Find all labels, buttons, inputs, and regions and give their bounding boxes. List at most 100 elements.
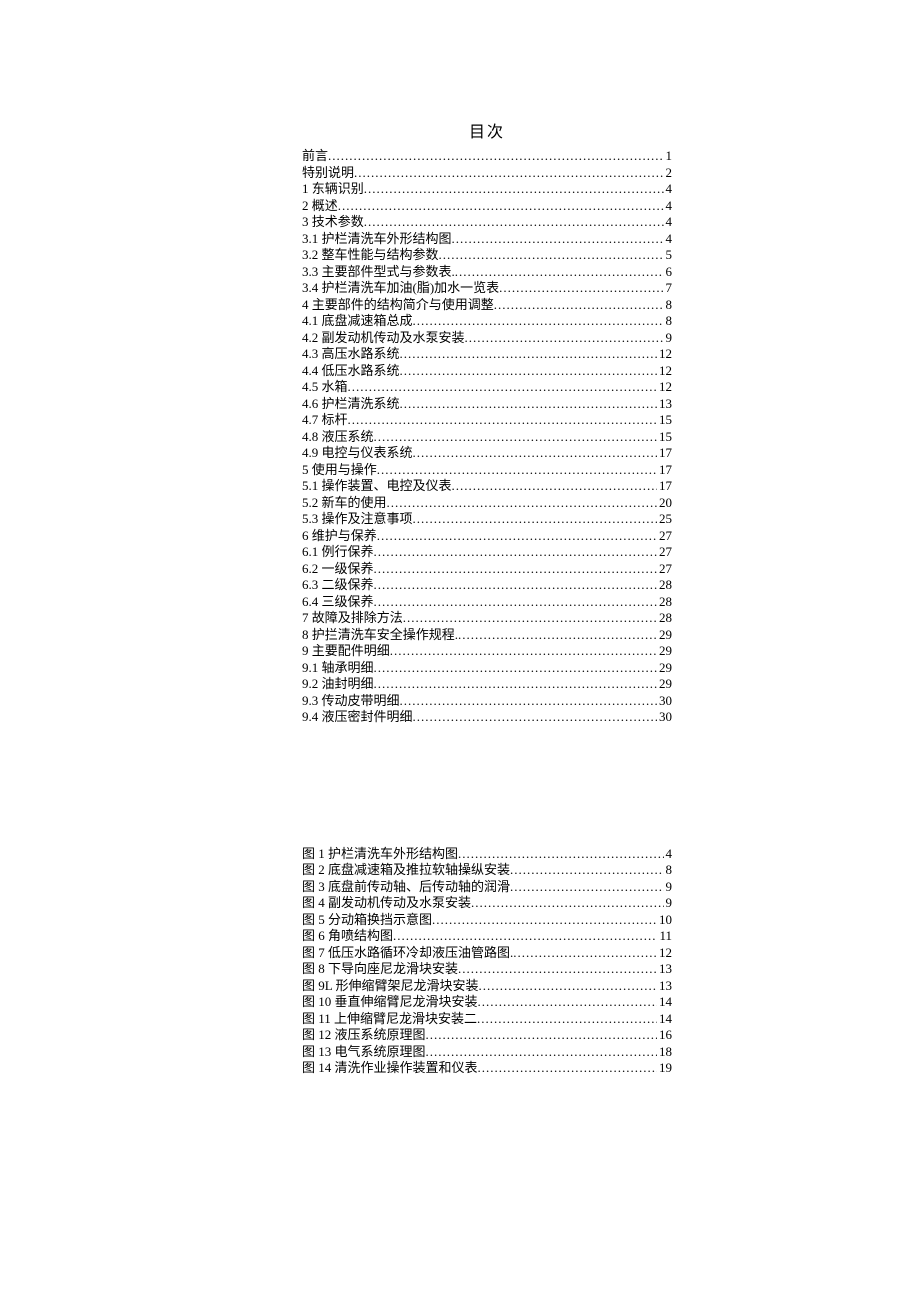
- toc-leader-dots: ........................................…: [494, 297, 664, 314]
- toc-entry-page: 18: [657, 1044, 672, 1061]
- toc-leader-dots: ........................................…: [499, 280, 663, 297]
- toc-leader-dots: ........................................…: [478, 1060, 657, 1077]
- toc-entry: 3.2 整车性能与结构参数...........................…: [302, 247, 672, 264]
- toc-entry: 图 2 底盘减速箱及推拉软轴操纵安装......................…: [302, 862, 672, 879]
- toc-entry-label: 5.2 新车的使用: [302, 495, 387, 512]
- toc-entry-page: 10: [657, 912, 672, 929]
- toc-entry: 5.1 操作装置、电控及仪表..........................…: [302, 478, 672, 495]
- toc-entry-label: 图 14 清洗作业操作装置和仪表: [302, 1060, 478, 1077]
- toc-leader-dots: ........................................…: [374, 594, 657, 611]
- toc-entry: 4.6 护栏清洗系统..............................…: [302, 396, 672, 413]
- toc-entry-label: 4.1 底盘减速箱总成: [302, 313, 413, 330]
- toc-entry-label: 图 3 底盘前传动轴、后传动轴的润滑: [302, 879, 510, 896]
- toc-entry: 图 7 低压水路循环冷却液压油管路图......................…: [302, 945, 672, 962]
- toc-entry-page: 8: [664, 862, 673, 879]
- toc-leader-dots: ........................................…: [510, 879, 663, 896]
- toc-entry-page: 13: [657, 961, 672, 978]
- toc-entry-label: 9.4 液压密封件明细: [302, 709, 413, 726]
- toc-leader-dots: ........................................…: [400, 363, 657, 380]
- toc-entry: 图 9L 形伸缩臂架尼龙滑块安装........................…: [302, 978, 672, 995]
- toc-entry-label: 图 2 底盘减速箱及推拉软轴操纵安装: [302, 862, 510, 879]
- toc-entry-page: 12: [657, 379, 672, 396]
- toc-entry-label: 6.1 例行保养: [302, 544, 374, 561]
- toc-entry: 4.9 电控与仪表系统.............................…: [302, 445, 672, 462]
- toc-entry-page: 29: [657, 676, 672, 693]
- toc-entry-page: 27: [657, 561, 672, 578]
- toc-leader-dots: ........................................…: [471, 895, 663, 912]
- toc-entry-page: 13: [657, 978, 672, 995]
- toc-leader-dots: ........................................…: [354, 165, 663, 182]
- toc-entry: 5.3 操作及注意事项.............................…: [302, 511, 672, 528]
- toc-entry-label: 4.3 高压水路系统: [302, 346, 400, 363]
- toc-entry-label: 8 护拦清洗车安全操作规程.: [302, 627, 458, 644]
- toc-entry: 5.2 新车的使用...............................…: [302, 495, 672, 512]
- toc-entry: 4.8 液压系统................................…: [302, 429, 672, 446]
- toc-entry-label: 4.6 护栏清洗系统: [302, 396, 400, 413]
- toc-leader-dots: ........................................…: [387, 495, 657, 512]
- toc-entry-page: 12: [657, 363, 672, 380]
- toc-entry: 特别说明....................................…: [302, 165, 672, 182]
- toc-entry-label: 4.9 电控与仪表系统: [302, 445, 413, 462]
- toc-entry-label: 6 维护与保养: [302, 528, 377, 545]
- toc-entry-label: 4.7 标杆: [302, 412, 348, 429]
- toc-entry: 6 维护与保养.................................…: [302, 528, 672, 545]
- toc-entry: 图 3 底盘前传动轴、后传动轴的润滑......................…: [302, 879, 672, 896]
- toc-leader-dots: ........................................…: [477, 1011, 657, 1028]
- toc-entry-page: 29: [657, 643, 672, 660]
- toc-leader-dots: ........................................…: [377, 528, 657, 545]
- toc-entry-page: 15: [657, 412, 672, 429]
- toc-entry: 9.2 油封明细................................…: [302, 676, 672, 693]
- toc-entry-page: 16: [657, 1027, 672, 1044]
- toc-entry-page: 13: [657, 396, 672, 413]
- toc-leader-dots: ........................................…: [377, 462, 657, 479]
- toc-entry: 图 10 垂直伸缩臂尼龙滑块安装........................…: [302, 994, 672, 1011]
- toc-entry-page: 17: [657, 445, 672, 462]
- toc-entry-label: 3.2 整车性能与结构参数: [302, 247, 439, 264]
- toc-leader-dots: ........................................…: [348, 379, 657, 396]
- toc-leader-dots: ........................................…: [413, 511, 657, 528]
- toc-entry-page: 7: [664, 280, 673, 297]
- toc-leader-dots: ........................................…: [400, 396, 657, 413]
- toc-entry-page: 30: [657, 693, 672, 710]
- toc-leader-dots: ........................................…: [510, 862, 663, 879]
- toc-leader-dots: ........................................…: [458, 627, 657, 644]
- toc-leader-dots: ........................................…: [432, 912, 657, 929]
- toc-entry-label: 6.2 一级保养: [302, 561, 374, 578]
- document-page: 目次 前言...................................…: [0, 0, 920, 1301]
- toc-leader-dots: ........................................…: [364, 181, 664, 198]
- toc-entry-label: 3.4 护栏清洗车加油(脂)加水一览表: [302, 280, 499, 297]
- toc-entry: 图 1 护栏清洗车外形结构图..........................…: [302, 846, 672, 863]
- toc-entry: 6.2 一级保养................................…: [302, 561, 672, 578]
- toc-entry: 5 使用与操作.................................…: [302, 462, 672, 479]
- toc-entry-page: 28: [657, 577, 672, 594]
- toc-leader-dots: ........................................…: [458, 846, 663, 863]
- toc-entry: 图 4 副发动机传动及水泵安装.........................…: [302, 895, 672, 912]
- toc-entry-page: 11: [657, 928, 672, 945]
- toc-entry: 前言......................................…: [302, 148, 672, 165]
- toc-entry: 9.4 液压密封件明细.............................…: [302, 709, 672, 726]
- toc-entry-label: 3 技术参数: [302, 214, 364, 231]
- toc-entry: 9.1 轴承明细................................…: [302, 660, 672, 677]
- toc-entry-page: 4: [664, 231, 673, 248]
- toc-entry: 图 12 液压系统原理图............................…: [302, 1027, 672, 1044]
- toc-entry: 4.7 标杆..................................…: [302, 412, 672, 429]
- toc-entry: 9.3 传动皮带明细..............................…: [302, 693, 672, 710]
- toc-entry: 图 5 分动箱换挡示意图............................…: [302, 912, 672, 929]
- toc-entry-page: 12: [657, 945, 672, 962]
- toc-entry-label: 前言: [302, 148, 328, 165]
- toc-entry-label: 特别说明: [302, 165, 354, 182]
- toc-leader-dots: ........................................…: [452, 478, 657, 495]
- toc-leader-dots: ........................................…: [390, 643, 657, 660]
- figures-list: 图 1 护栏清洗车外形结构图..........................…: [302, 846, 672, 1077]
- toc-entry-page: 19: [657, 1060, 672, 1077]
- toc-entry-label: 4 主要部件的结构简介与使用调整: [302, 297, 494, 314]
- toc-leader-dots: ........................................…: [348, 412, 657, 429]
- toc-entry-label: 6.4 三级保养: [302, 594, 374, 611]
- toc-entry-label: 图 9L 形伸缩臂架尼龙滑块安装: [302, 978, 478, 995]
- toc-entry-label: 图 1 护栏清洗车外形结构图: [302, 846, 458, 863]
- toc-leader-dots: ........................................…: [403, 610, 657, 627]
- toc-entry-page: 30: [657, 709, 672, 726]
- toc-entry-label: 图 10 垂直伸缩臂尼龙滑块安装: [302, 994, 478, 1011]
- toc-leader-dots: ........................................…: [328, 148, 663, 165]
- toc-entry-page: 25: [657, 511, 672, 528]
